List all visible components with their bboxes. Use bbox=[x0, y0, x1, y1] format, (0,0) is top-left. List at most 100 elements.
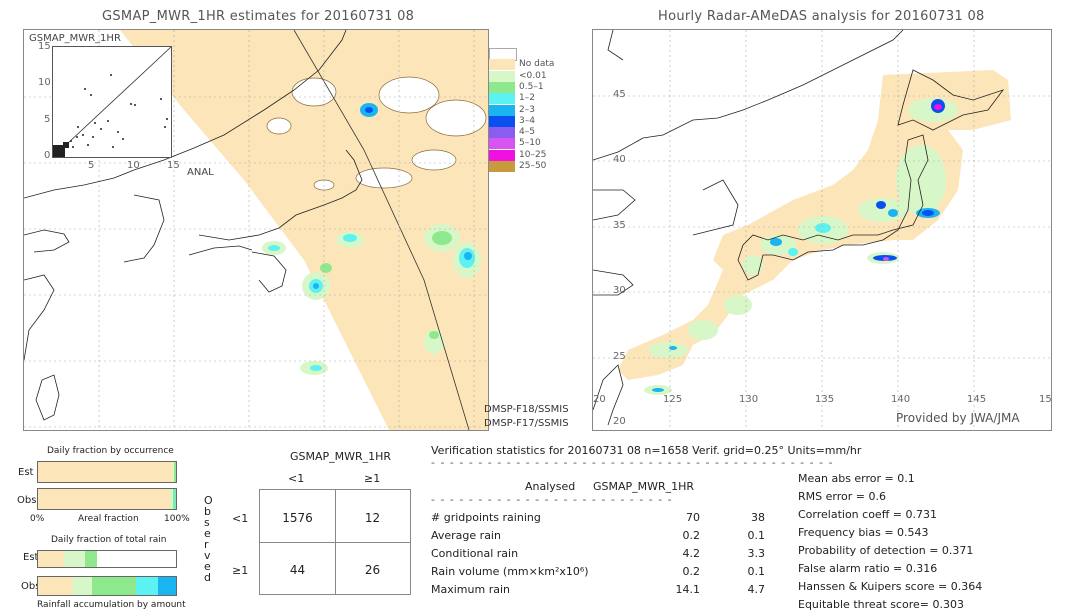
scatter-points bbox=[53, 74, 168, 157]
lon-tick: 15 bbox=[1039, 394, 1052, 405]
contingency-cell: 12 bbox=[364, 511, 381, 525]
rain-blob bbox=[934, 104, 942, 110]
contingency-cell: 26 bbox=[364, 563, 381, 577]
rain-blob bbox=[320, 263, 332, 273]
stats-row-label: Conditional rain bbox=[431, 547, 519, 560]
legend-label: 10–25 bbox=[519, 149, 547, 160]
rain-blob bbox=[464, 252, 472, 260]
lon-tick: 135 bbox=[815, 394, 835, 405]
left-map-title: GSMAP_MWR_1HR estimates for 20160731 08 bbox=[102, 9, 415, 24]
score-line: Equitable threat score= 0.303 bbox=[798, 598, 964, 611]
inset-x-tick: 10 bbox=[127, 160, 140, 171]
divider: - - - - - - - - - - - - - - - - - - - - … bbox=[431, 456, 834, 469]
legend-swatch bbox=[489, 115, 515, 127]
stats-row-label: # gridpoints raining bbox=[431, 511, 541, 524]
stats-analysed-value: 4.2 bbox=[682, 547, 701, 560]
total-rain-obs-bar bbox=[37, 576, 177, 596]
legend-swatch bbox=[489, 161, 515, 172]
contingency-col-header: ≥1 bbox=[364, 472, 381, 485]
rain-blob bbox=[724, 295, 752, 315]
rain-blob bbox=[876, 201, 886, 209]
stats-estimate-value: 38 bbox=[751, 511, 765, 524]
legend-label: 25–50 bbox=[519, 161, 547, 171]
stats-row-label: Maximum rain bbox=[431, 583, 510, 596]
score-line: Correlation coeff = 0.731 bbox=[798, 508, 937, 521]
nodata-patch bbox=[378, 76, 440, 114]
stats-analysed-value: 70 bbox=[686, 511, 700, 524]
legend-swatch bbox=[489, 81, 515, 93]
bar-segment bbox=[38, 551, 65, 567]
legend-swatch bbox=[489, 149, 515, 161]
bar-segment bbox=[173, 462, 176, 482]
stats-analysed-value: 0.2 bbox=[682, 529, 701, 542]
lat-tick: 20 bbox=[613, 416, 626, 427]
rain-blob bbox=[343, 234, 357, 242]
bar-segment bbox=[91, 577, 136, 595]
lon-tick: 145 bbox=[967, 394, 987, 405]
legend-swatch bbox=[489, 70, 515, 82]
legend-swatch bbox=[489, 59, 515, 71]
rain-blob bbox=[883, 257, 889, 261]
lat-tick: 35 bbox=[613, 220, 626, 231]
legend-label: 5–10 bbox=[519, 138, 541, 149]
rain-blob bbox=[648, 342, 688, 358]
rain-blob bbox=[770, 238, 782, 246]
column-header-estimate: GSMAP_MWR_1HR bbox=[593, 480, 695, 493]
contingency-cell: 1576 bbox=[282, 511, 313, 525]
contingency-grid: 1576 12 44 26 bbox=[259, 489, 411, 595]
bar-segment bbox=[158, 577, 176, 595]
occurrence-axis-left: 0% bbox=[30, 514, 45, 524]
legend-swatch bbox=[489, 93, 515, 105]
observed-vertical-label: Observed bbox=[204, 494, 213, 584]
legend-swatch bbox=[489, 127, 515, 139]
inset-y-tick: 5 bbox=[44, 114, 51, 125]
legend-label: <0.01 bbox=[519, 70, 547, 81]
nodata-patch bbox=[411, 149, 457, 171]
inset-y-tick: 15 bbox=[38, 41, 51, 52]
bar-segment bbox=[38, 462, 173, 482]
total-rain-panel-title: Daily fraction of total rain bbox=[51, 535, 167, 545]
stats-estimate-value: 3.3 bbox=[747, 547, 766, 560]
contingency-cell: 44 bbox=[289, 563, 306, 577]
rain-blob bbox=[310, 365, 322, 371]
lat-tick: 30 bbox=[613, 285, 626, 296]
bar-segment bbox=[38, 577, 73, 595]
inset-x-axis-label: ANAL bbox=[187, 167, 214, 178]
score-line: RMS error = 0.6 bbox=[798, 490, 886, 503]
contingency-col-header: <1 bbox=[288, 472, 305, 485]
stats-row-label: Rain volume (mm×km²x10⁶) bbox=[431, 565, 589, 578]
data-credit: Provided by JWA/JMA bbox=[896, 411, 1020, 425]
legend-label: 3–4 bbox=[519, 115, 535, 126]
score-line: Frequency bias = 0.543 bbox=[798, 526, 929, 539]
rain-blob bbox=[688, 320, 718, 340]
bar-segment bbox=[174, 489, 176, 509]
rain-blob bbox=[788, 248, 798, 256]
right-map: 45 40 35 30 25 20 20 125 130 135 140 145… bbox=[592, 29, 1052, 431]
occurrence-axis-right: 100% bbox=[164, 514, 190, 524]
contingency-row-header: <1 bbox=[232, 512, 249, 525]
left-map: GSMAP_MWR_1HR 15 10 5 0 5 10 15 ANAL bbox=[23, 29, 489, 431]
right-map-title: Hourly Radar-AMeDAS analysis for 2016073… bbox=[658, 9, 985, 24]
nodata-patch bbox=[355, 167, 413, 189]
total-rain-est-bar bbox=[37, 550, 177, 568]
score-line: Mean abs error = 0.1 bbox=[798, 472, 915, 485]
stats-estimate-value: 4.7 bbox=[747, 583, 766, 596]
stats-analysed-value: 0.2 bbox=[682, 565, 701, 578]
contingency-title: GSMAP_MWR_1HR bbox=[290, 450, 392, 463]
color-legend: No data <0.01 0.5–1 1–2 2–3 3–4 4–5 5–10 10–25 25… bbox=[489, 48, 559, 173]
right-map-canvas bbox=[593, 30, 1051, 430]
nodata-patch bbox=[266, 117, 292, 135]
lon-tick: 20 bbox=[593, 394, 606, 405]
lon-tick: 140 bbox=[891, 394, 911, 405]
inset-x-tick: 15 bbox=[167, 160, 180, 171]
lat-tick: 45 bbox=[613, 89, 626, 100]
bar-segment bbox=[64, 551, 85, 567]
satellite-label: DMSP-F18/SSMIS bbox=[484, 404, 569, 415]
occurrence-panel-title: Daily fraction by occurrence bbox=[47, 446, 174, 456]
rain-blob bbox=[432, 231, 452, 245]
total-rain-axis-label: Rainfall accumulation by amount bbox=[37, 600, 186, 610]
legend-label: 2–3 bbox=[519, 104, 535, 115]
legend-swatch bbox=[489, 104, 515, 116]
rain-blob bbox=[922, 210, 934, 216]
score-line: Hanssen & Kuipers score = 0.364 bbox=[798, 580, 983, 593]
